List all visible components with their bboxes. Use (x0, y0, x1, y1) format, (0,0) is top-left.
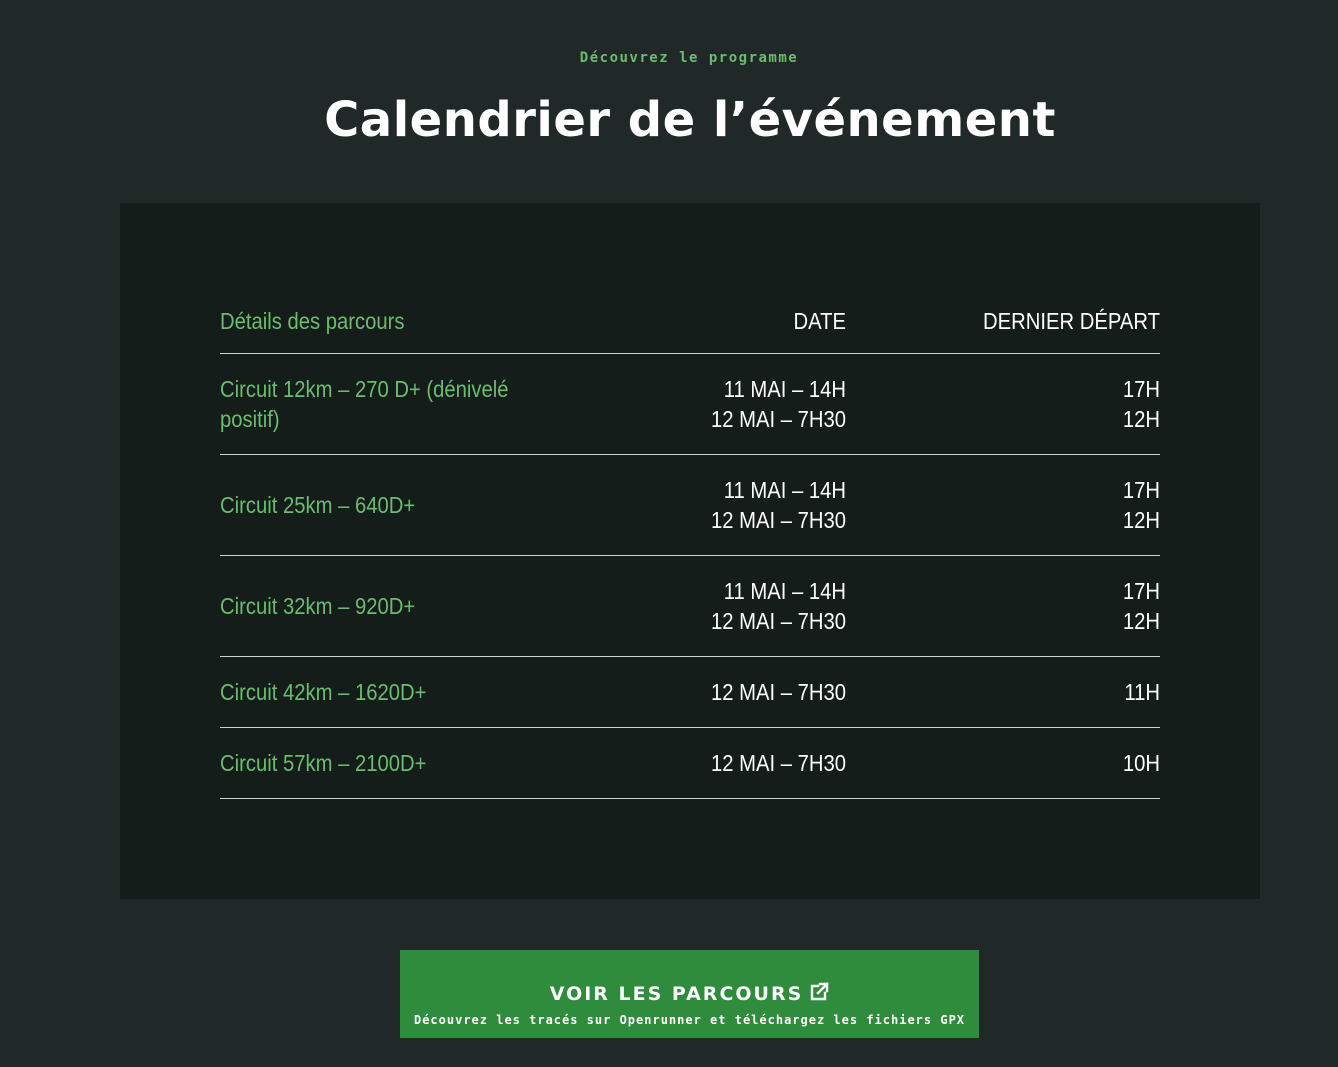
table-row: Circuit 25km – 640D+ 11 MAI – 14H 12 MAI… (220, 455, 1160, 556)
course-last-starts: 11H (884, 677, 1160, 707)
course-name: Circuit 12km – 270 D+ (dénivelé positif) (220, 376, 509, 432)
course-date: 12 MAI – 7H30 (710, 750, 846, 776)
course-last-start: 12H (1122, 507, 1160, 533)
course-last-start: 12H (1122, 608, 1160, 634)
course-date: 11 MAI – 14H (723, 376, 846, 402)
course-date: 11 MAI – 14H (723, 477, 846, 503)
page-title: Calendrier de l’événement (324, 92, 1056, 148)
course-last-start: 17H (1122, 376, 1160, 402)
table-row: Circuit 12km – 270 D+ (dénivelé positif)… (220, 354, 1160, 455)
column-header-last-start: DERNIER DÉPART (983, 308, 1160, 334)
schedule-table: Détails des parcours DATE DERNIER DÉPART… (220, 285, 1160, 799)
course-last-start: 17H (1122, 578, 1160, 604)
table-row: Circuit 42km – 1620D+ 12 MAI – 7H30 11H (220, 657, 1160, 728)
view-courses-sublabel: Découvrez les tracés sur Openrunner et t… (413, 1012, 966, 1027)
table-row: Circuit 32km – 920D+ 11 MAI – 14H 12 MAI… (220, 556, 1160, 657)
course-date: 12 MAI – 7H30 (710, 406, 846, 432)
course-last-start: 17H (1122, 477, 1160, 503)
course-date: 11 MAI – 14H (723, 578, 846, 604)
section-eyebrow: Découvrez le programme (579, 50, 799, 66)
view-courses-title: VOIR LES PARCOURS (400, 981, 979, 1007)
course-dates: 11 MAI – 14H 12 MAI – 7H30 (586, 475, 846, 535)
course-dates: 12 MAI – 7H30 (586, 748, 846, 778)
course-last-starts: 17H 12H (884, 475, 1160, 535)
course-dates: 11 MAI – 14H 12 MAI – 7H30 (586, 374, 846, 434)
table-header-row: Détails des parcours DATE DERNIER DÉPART (220, 285, 1160, 354)
course-name: Circuit 25km – 640D+ (220, 492, 416, 518)
course-last-starts: 17H 12H (884, 576, 1160, 636)
view-courses-button[interactable]: VOIR LES PARCOURS Découvrez les tracés s… (400, 950, 979, 1038)
course-last-starts: 17H 12H (884, 374, 1160, 434)
course-date: 12 MAI – 7H30 (710, 679, 846, 705)
course-name: Circuit 32km – 920D+ (220, 593, 416, 619)
column-header-date: DATE (793, 308, 846, 334)
course-last-starts: 10H (884, 748, 1160, 778)
course-dates: 12 MAI – 7H30 (586, 677, 846, 707)
course-date: 12 MAI – 7H30 (710, 507, 846, 533)
view-courses-label: VOIR LES PARCOURS (549, 982, 804, 1005)
course-name: Circuit 57km – 2100D+ (220, 750, 427, 776)
external-link-icon (809, 981, 829, 1007)
course-dates: 11 MAI – 14H 12 MAI – 7H30 (586, 576, 846, 636)
course-last-start: 10H (1122, 750, 1160, 776)
course-date: 12 MAI – 7H30 (710, 608, 846, 634)
column-header-course: Détails des parcours (220, 308, 405, 334)
table-row: Circuit 57km – 2100D+ 12 MAI – 7H30 10H (220, 728, 1160, 799)
course-last-start: 11H (1124, 679, 1160, 705)
schedule-panel: Détails des parcours DATE DERNIER DÉPART… (120, 203, 1260, 899)
course-last-start: 12H (1122, 406, 1160, 432)
course-name: Circuit 42km – 1620D+ (220, 679, 427, 705)
